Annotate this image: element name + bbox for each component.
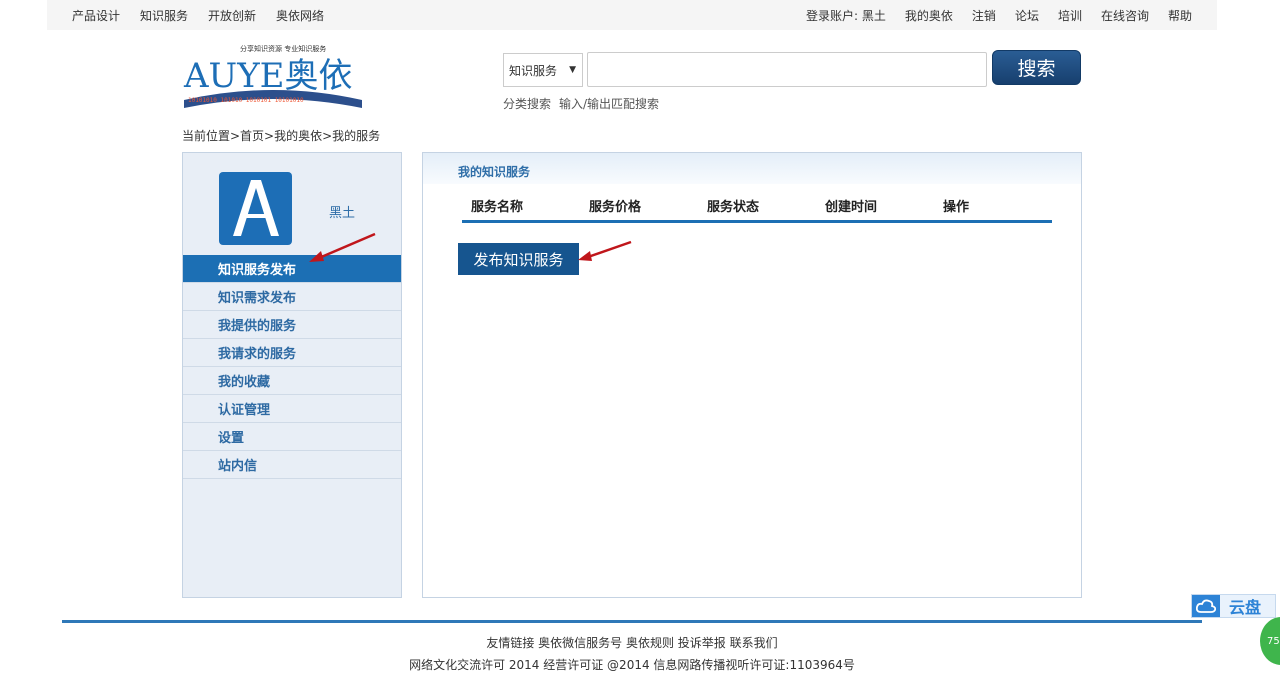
dropdown-caret-icon: ▼: [569, 65, 576, 75]
category-search-link[interactable]: 分类搜索: [503, 95, 551, 112]
nav-online-consult[interactable]: 在线咨询: [1101, 7, 1149, 24]
cloud-disk-widget[interactable]: 云盘: [1191, 594, 1276, 618]
main-panel: 我的知识服务 服务名称 服务价格 服务状态 创建时间 操作 发布知识服务: [422, 152, 1082, 598]
column-actions: 操作: [943, 200, 970, 215]
sidebar-item-favorites[interactable]: 我的收藏: [183, 367, 401, 395]
top-nav-right: 登录账户: 黑土 我的奥依 注销 论坛 培训 在线咨询 帮助: [806, 7, 1192, 24]
nav-help[interactable]: 帮助: [1168, 7, 1192, 24]
logo-binary: 10101010 101010 1010101 10101010: [188, 97, 304, 104]
avatar[interactable]: [219, 172, 292, 245]
nav-logout[interactable]: 注销: [972, 7, 996, 24]
logo-slogan: 分享知识资源 专业知识服务: [240, 44, 326, 53]
breadcrumb: 当前位置>首页>我的奥依>我的服务: [182, 129, 381, 143]
nav-forum[interactable]: 论坛: [1015, 7, 1039, 24]
footer-links[interactable]: 友情链接 奥依微信服务号 奥依规则 投诉举报 联系我们: [0, 634, 1264, 651]
nav-open-innovation[interactable]: 开放创新: [208, 7, 256, 24]
footer-divider: [62, 620, 1202, 623]
cloud-disk-label: 云盘: [1229, 598, 1262, 617]
annotation-arrow-icon: [309, 232, 376, 262]
top-nav-left: 产品设计 知识服务 开放创新 奥依网络: [72, 7, 324, 24]
cloud-icon: [1192, 595, 1220, 617]
sidebar-item-certification[interactable]: 认证管理: [183, 395, 401, 423]
sidebar-menu: 知识服务发布 知识需求发布 我提供的服务 我请求的服务 我的收藏 认证管理 设置…: [183, 255, 401, 479]
nav-training[interactable]: 培训: [1058, 7, 1082, 24]
footer-license: 网络文化交流许可 2014 经营许可证 @2014 信息网路传播视听许可证:11…: [409, 658, 855, 672]
sidebar-item-publish-demand[interactable]: 知识需求发布: [183, 283, 401, 311]
column-created-time: 创建时间: [825, 200, 878, 215]
nav-knowledge-service[interactable]: 知识服务: [140, 7, 188, 24]
search-category-select[interactable]: 知识服务 ▼: [503, 53, 583, 87]
search-button[interactable]: 搜索: [992, 50, 1081, 85]
nav-auye-network[interactable]: 奥依网络: [276, 7, 324, 24]
io-match-search-link[interactable]: 输入/输出匹配搜索: [559, 95, 659, 112]
sidebar-item-my-provided-services[interactable]: 我提供的服务: [183, 311, 401, 339]
top-navbar: 产品设计 知识服务 开放创新 奥依网络 登录账户: 黑土 我的奥依 注销 论坛 …: [47, 0, 1217, 30]
search-links: 分类搜索 输入/输出匹配搜索: [503, 95, 659, 112]
sidebar-item-my-requested-services[interactable]: 我请求的服务: [183, 339, 401, 367]
services-table-header: 服务名称 服务价格 服务状态 创建时间 操作: [462, 189, 1052, 223]
login-account[interactable]: 登录账户: 黑土: [806, 7, 886, 24]
column-service-name: 服务名称: [471, 200, 524, 215]
nav-product-design[interactable]: 产品设计: [72, 7, 120, 24]
avatar-letter-a-icon: [233, 180, 279, 236]
search-input[interactable]: [587, 52, 987, 87]
sidebar-item-settings[interactable]: 设置: [183, 423, 401, 451]
sidebar-item-messages[interactable]: 站内信: [183, 451, 401, 479]
logo-text: AUYE奥依: [183, 56, 352, 96]
logo-graphic: 分享知识资源 专业知识服务 AUYE奥依 10101010 101010 101…: [183, 44, 362, 108]
publish-service-button[interactable]: 发布知识服务: [458, 243, 579, 275]
annotation-arrow-icon: [578, 240, 632, 261]
username: 黑土: [329, 206, 356, 221]
panel-title: 我的知识服务: [458, 165, 531, 179]
search-category-value: 知识服务: [509, 63, 558, 78]
site-logo[interactable]: 分享知识资源 专业知识服务 AUYE奥依 10101010 101010 101…: [182, 42, 364, 116]
nav-my-auye[interactable]: 我的奥依: [905, 7, 953, 24]
sidebar: 黑土 知识服务发布 知识需求发布 我提供的服务 我请求的服务 我的收藏 认证管理…: [182, 152, 402, 598]
column-service-price: 服务价格: [589, 200, 642, 215]
column-service-status: 服务状态: [707, 200, 760, 215]
